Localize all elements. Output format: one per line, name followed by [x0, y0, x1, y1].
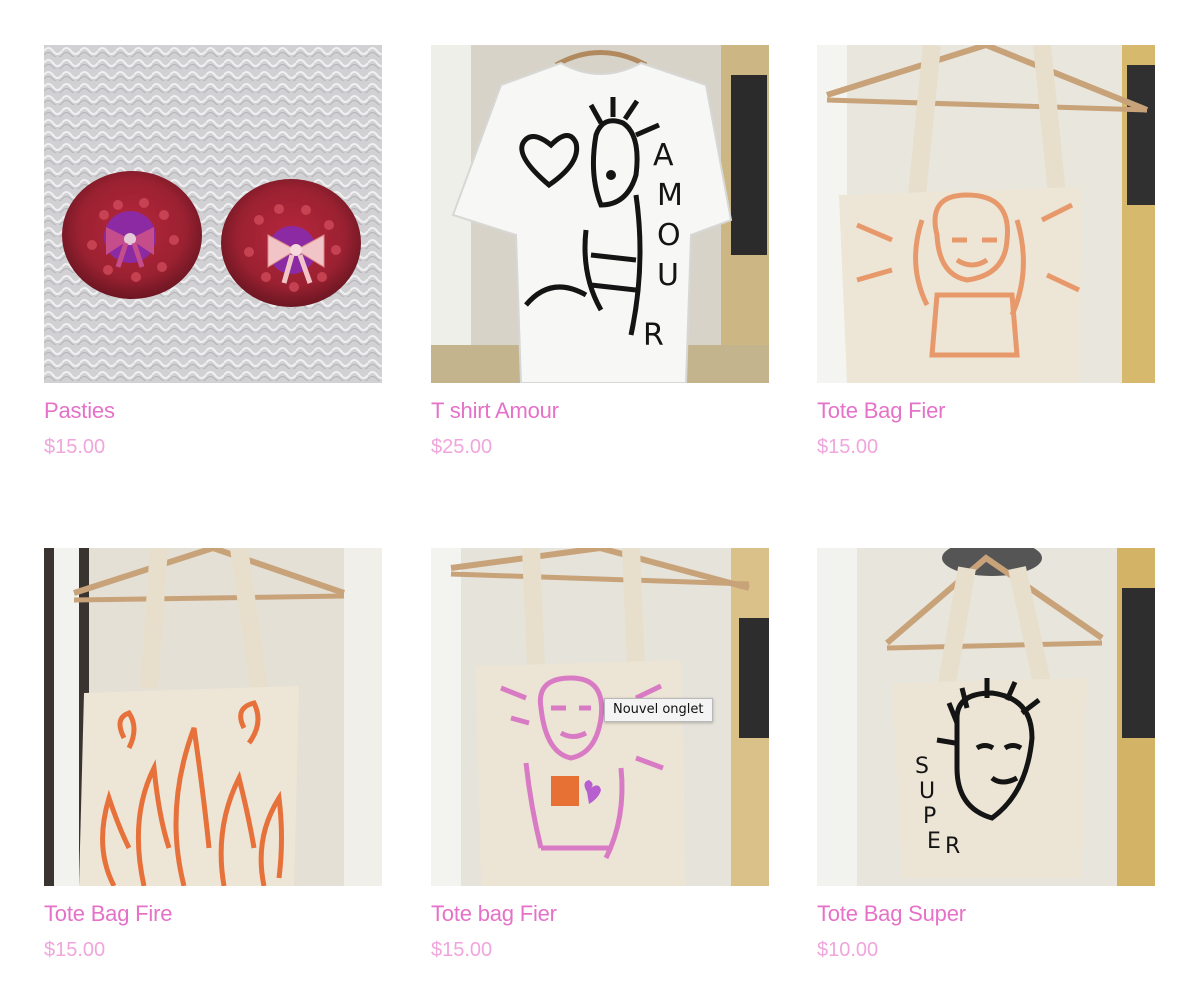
product-card: Tote Bag Fier $15.00: [817, 45, 1155, 460]
product-price: $25.00: [431, 436, 493, 458]
svg-text:P: P: [923, 804, 936, 829]
product-title[interactable]: Tote bag Fier: [431, 900, 769, 928]
new-tab-tooltip: Nouvel onglet: [604, 698, 713, 722]
product-photo-tote-fier-pink: [431, 548, 769, 886]
product-image-link[interactable]: A M O U R: [431, 45, 769, 383]
svg-text:E: E: [927, 829, 941, 854]
product-price: $15.00: [431, 939, 493, 961]
product-image-link[interactable]: [817, 45, 1155, 383]
product-title[interactable]: Tote Bag Super: [817, 900, 1155, 928]
product-image-link[interactable]: [44, 548, 382, 886]
product-card: Pasties $15.00: [44, 45, 382, 460]
svg-text:R: R: [643, 318, 664, 353]
svg-text:M: M: [657, 178, 683, 213]
product-card: Tote bag Fier $15.00: [431, 548, 769, 963]
svg-text:A: A: [653, 138, 674, 173]
product-grid: Pasties $15.00 A M O U R T shirt Amour $…: [0, 0, 1199, 987]
product-photo-tshirt: A M O U R: [431, 45, 769, 383]
svg-text:R: R: [945, 834, 960, 859]
product-image-link[interactable]: [44, 45, 382, 383]
product-image-link[interactable]: [431, 548, 769, 886]
product-price: $15.00: [817, 436, 879, 458]
product-photo-tote-fire: [44, 548, 382, 886]
svg-text:S: S: [915, 754, 929, 779]
product-title[interactable]: Tote Bag Fire: [44, 900, 382, 928]
product-title[interactable]: T shirt Amour: [431, 397, 769, 425]
product-photo-pasties: [44, 45, 382, 383]
product-title[interactable]: Tote Bag Fier: [817, 397, 1155, 425]
product-card: S U P E R Tote Bag Super $10.00: [817, 548, 1155, 963]
product-photo-tote-fier: [817, 45, 1155, 383]
product-card: Tote Bag Fire $15.00: [44, 548, 382, 963]
product-image-link[interactable]: S U P E R: [817, 548, 1155, 886]
svg-text:O: O: [657, 218, 681, 253]
svg-text:U: U: [919, 779, 935, 804]
product-price: $15.00: [44, 939, 106, 961]
product-price: $10.00: [817, 939, 879, 961]
product-card: A M O U R T shirt Amour $25.00: [431, 45, 769, 460]
product-photo-tote-super: S U P E R: [817, 548, 1155, 886]
svg-text:U: U: [657, 258, 679, 293]
product-title[interactable]: Pasties: [44, 397, 382, 425]
product-price: $15.00: [44, 436, 106, 458]
